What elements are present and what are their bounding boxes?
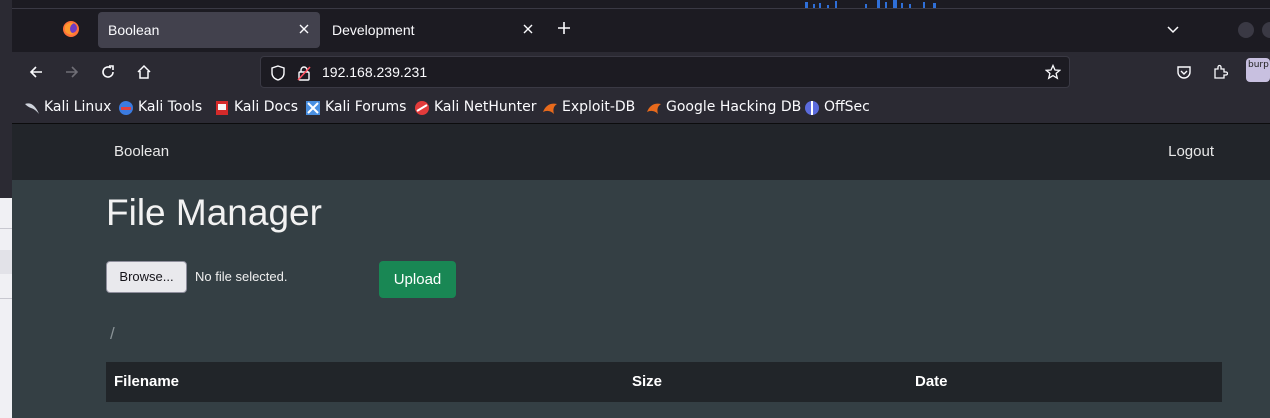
- breadcrumb[interactable]: /: [110, 324, 115, 344]
- tab-development[interactable]: Development: [322, 12, 544, 48]
- file-table-header: Filename Size Date: [106, 362, 1222, 402]
- address-bar[interactable]: 192.168.239.231: [260, 56, 1070, 88]
- url-text[interactable]: 192.168.239.231: [322, 64, 427, 80]
- column-filename: Filename: [114, 373, 180, 390]
- browser-window: Boolean Development 192.168.239.231 burp…: [12, 0, 1270, 418]
- burp-extension-label: burp: [1248, 60, 1269, 70]
- reload-icon[interactable]: [100, 64, 116, 80]
- upload-button[interactable]: Upload: [379, 261, 456, 298]
- tab-boolean[interactable]: Boolean: [98, 12, 320, 48]
- tab-label: Development: [332, 22, 415, 38]
- extensions-icon[interactable]: [1212, 64, 1228, 80]
- column-size: Size: [632, 373, 663, 390]
- close-icon[interactable]: [520, 21, 536, 37]
- exploit-db-icon: [543, 103, 557, 114]
- back-arrow-icon[interactable]: [28, 64, 44, 80]
- home-icon[interactable]: [136, 64, 152, 80]
- brand-link[interactable]: Boolean: [114, 143, 169, 160]
- shield-icon[interactable]: [271, 65, 285, 81]
- kali-forums-icon: [306, 101, 320, 115]
- web-page: Boolean Logout File Manager Browse... No…: [12, 124, 1270, 418]
- kali-dragon-icon: [25, 103, 39, 114]
- new-tab-icon[interactable]: [556, 20, 572, 36]
- burp-extension-icon[interactable]: burp: [1246, 58, 1270, 82]
- maximize-button[interactable]: [1262, 22, 1270, 38]
- offsec-icon: [805, 101, 819, 115]
- pocket-icon[interactable]: [1176, 64, 1192, 80]
- file-status-text: No file selected.: [195, 269, 288, 284]
- bookmarks-toolbar: Kali Linux Kali Tools Kali Docs Kali For…: [12, 92, 1270, 124]
- desktop-background: [0, 0, 12, 418]
- kali-tools-icon: [119, 101, 133, 115]
- app-navbar: Boolean Logout: [12, 124, 1270, 180]
- forward-arrow-icon[interactable]: [64, 64, 80, 80]
- kali-docs-icon: [216, 101, 228, 115]
- ghdb-icon: [647, 103, 661, 114]
- logout-link[interactable]: Logout: [1168, 143, 1214, 160]
- kali-nethunter-icon: [415, 101, 429, 115]
- chevron-down-icon[interactable]: [1166, 22, 1180, 36]
- desktop-graph-icon: [805, 0, 936, 8]
- close-icon[interactable]: [296, 21, 312, 37]
- background-window: [0, 198, 12, 418]
- insecure-lock-icon[interactable]: [297, 65, 311, 81]
- minimize-button[interactable]: [1238, 22, 1254, 38]
- firefox-icon[interactable]: [62, 20, 80, 38]
- navigation-toolbar: 192.168.239.231 burp: [12, 52, 1270, 92]
- bookmark-star-icon[interactable]: [1045, 64, 1061, 80]
- browse-button[interactable]: Browse...: [106, 261, 187, 293]
- tab-strip: Boolean Development: [12, 0, 1270, 52]
- column-date: Date: [915, 373, 948, 390]
- tab-label: Boolean: [108, 22, 160, 38]
- page-title: File Manager: [106, 192, 322, 233]
